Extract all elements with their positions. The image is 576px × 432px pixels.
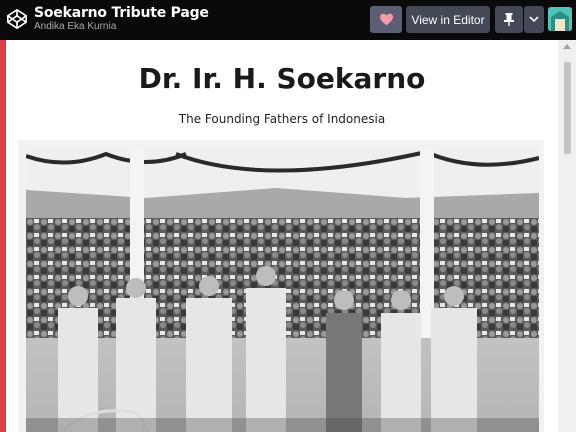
scroll-up-arrow-icon[interactable] xyxy=(563,44,571,49)
pin-button[interactable] xyxy=(495,6,523,33)
chevron-down-icon xyxy=(529,16,539,23)
image-container xyxy=(18,140,544,432)
page-subtitle: The Founding Fathers of Indonesia xyxy=(178,112,386,126)
author-name[interactable]: Andika Eka Kurnia xyxy=(34,21,116,32)
scrollbar-thumb[interactable] xyxy=(564,62,571,154)
more-options-button[interactable] xyxy=(524,6,544,33)
tribute-photo xyxy=(26,148,539,432)
user-avatar[interactable] xyxy=(548,7,572,31)
codepen-logo-icon[interactable] xyxy=(6,8,28,30)
view-in-editor-button[interactable]: View in Editor xyxy=(406,6,490,33)
like-button[interactable] xyxy=(370,6,402,33)
heart-icon xyxy=(379,13,393,26)
pin-icon xyxy=(504,13,514,26)
top-bar: Soekarno Tribute Page Andika Eka Kurnia … xyxy=(0,0,576,40)
preview-page: Dr. Ir. H. Soekarno The Founding Fathers… xyxy=(6,40,558,432)
avatar-image xyxy=(548,7,572,31)
vertical-scrollbar[interactable] xyxy=(558,40,576,432)
page-title: Dr. Ir. H. Soekarno xyxy=(138,62,426,95)
pen-title[interactable]: Soekarno Tribute Page xyxy=(34,5,209,21)
